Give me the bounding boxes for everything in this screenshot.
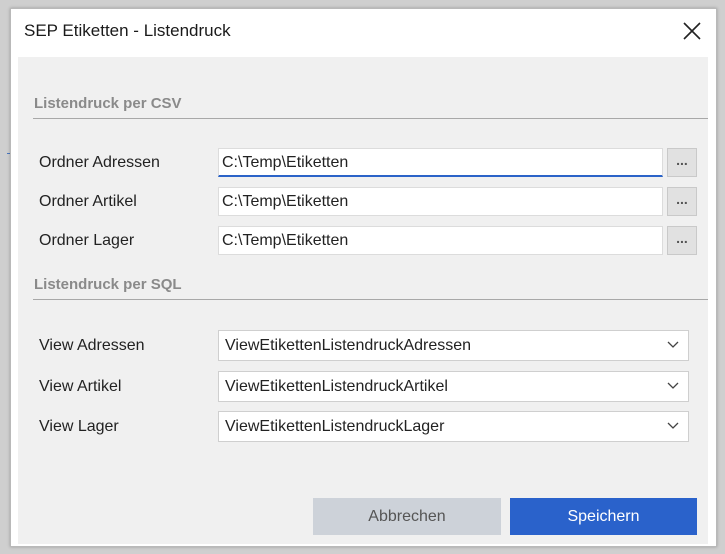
section-heading-sql: Listendruck per SQL [34, 276, 182, 293]
close-icon [683, 22, 701, 40]
ordner-lager-input[interactable]: C:\Temp\Etiketten [218, 226, 663, 255]
view-lager-value: ViewEtikettenListendruckLager [225, 418, 445, 435]
view-artikel-value: ViewEtikettenListendruckArtikel [225, 378, 448, 395]
save-button[interactable]: Speichern [510, 498, 697, 535]
label-ordner-artikel: Ordner Artikel [39, 193, 137, 210]
ordner-artikel-input[interactable]: C:\Temp\Etiketten [218, 187, 663, 216]
title-bar: SEP Etiketten - Listendruck [11, 9, 716, 57]
view-adressen-value: ViewEtikettenListendruckAdressen [225, 337, 472, 354]
label-ordner-lager: Ordner Lager [39, 232, 135, 249]
close-button[interactable] [668, 9, 716, 55]
ordner-adressen-input[interactable]: C:\Temp\Etiketten [218, 148, 663, 177]
label-view-lager: View Lager [39, 418, 119, 435]
label-view-artikel: View Artikel [39, 378, 122, 395]
section-heading-csv: Listendruck per CSV [34, 95, 182, 112]
dialog-content: Listendruck per CSV Ordner Adressen C:\T… [18, 57, 708, 544]
browse-artikel-button[interactable]: ... [667, 187, 697, 216]
browse-adressen-button[interactable]: ... [667, 148, 697, 177]
dialog-window: SEP Etiketten - Listendruck Listendruck … [10, 8, 717, 547]
section-divider-sql [33, 299, 708, 300]
window-title: SEP Etiketten - Listendruck [24, 21, 231, 40]
label-ordner-adressen: Ordner Adressen [39, 154, 160, 171]
label-view-adressen: View Adressen [39, 337, 145, 354]
view-lager-dropdown[interactable]: ViewEtikettenListendruckLager [218, 411, 689, 442]
chevron-down-icon [667, 382, 679, 389]
section-divider-csv [33, 118, 708, 119]
chevron-down-icon [667, 422, 679, 429]
cancel-button[interactable]: Abbrechen [313, 498, 501, 535]
view-adressen-dropdown[interactable]: ViewEtikettenListendruckAdressen [218, 330, 689, 361]
view-artikel-dropdown[interactable]: ViewEtikettenListendruckArtikel [218, 371, 689, 402]
browse-lager-button[interactable]: ... [667, 226, 697, 255]
chevron-down-icon [667, 341, 679, 348]
